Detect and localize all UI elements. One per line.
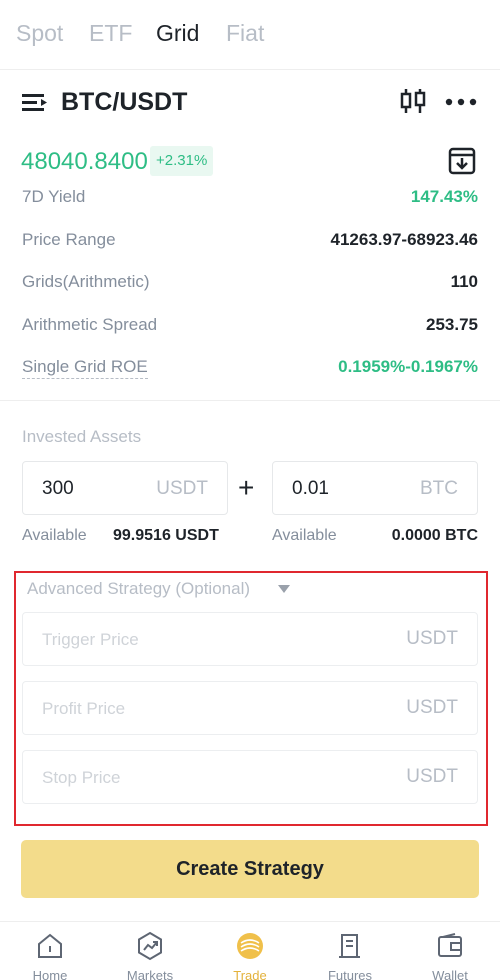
btc-available-label: Available <box>272 527 337 544</box>
btc-available-value: 0.0000 BTC <box>391 527 478 544</box>
nav-label: Trade <box>233 968 267 980</box>
bottom-nav: Home Markets Trade Futures Wallet <box>0 921 500 980</box>
pair-header: BTC/USDT <box>0 82 500 124</box>
invested-assets-label: Invested Assets <box>22 427 142 446</box>
tab-grid[interactable]: Grid <box>156 20 199 47</box>
stop-price-placeholder: Stop Price <box>42 768 121 787</box>
nav-futures[interactable]: Futures <box>300 922 400 980</box>
nav-trade[interactable]: Trade <box>200 922 300 980</box>
stat-label: 7D Yield <box>22 187 86 206</box>
trade-icon <box>237 933 263 959</box>
tab-spot[interactable]: Spot <box>16 20 63 47</box>
stop-price-unit: USDT <box>406 766 458 787</box>
stat-row-arithmetic-spread: Arithmetic Spread 253.75 <box>0 315 500 341</box>
last-price: 48040.8400 <box>21 148 148 175</box>
btc-amount-input[interactable]: 0.01 BTC <box>272 461 478 515</box>
profit-price-unit: USDT <box>406 697 458 718</box>
trigger-price-unit: USDT <box>406 628 458 649</box>
profit-price-input[interactable]: Profit Price USDT <box>22 681 478 735</box>
nav-label: Markets <box>126 968 174 980</box>
download-icon[interactable] <box>447 146 477 176</box>
usdt-amount-value: 300 <box>42 478 74 499</box>
stat-row-7d-yield: 7D Yield 147.43% <box>0 187 500 213</box>
tab-etf[interactable]: ETF <box>89 20 132 47</box>
more-icon[interactable] <box>443 86 479 116</box>
stat-value: 147.43% <box>410 187 478 206</box>
candlestick-icon[interactable] <box>398 86 428 116</box>
nav-home[interactable]: Home <box>0 922 100 980</box>
tab-fiat[interactable]: Fiat <box>226 20 264 47</box>
plus-sign: + <box>238 472 255 503</box>
stat-label: Grids(Arithmetic) <box>22 272 150 291</box>
stat-value: 110 <box>450 272 478 291</box>
nav-markets[interactable]: Markets <box>100 922 200 980</box>
profit-price-placeholder: Profit Price <box>42 699 126 718</box>
usdt-available-label: Available <box>22 527 87 544</box>
futures-icon <box>339 934 360 958</box>
usdt-available-value: 99.9516 USDT <box>113 527 219 544</box>
markets-icon <box>138 931 162 961</box>
stat-label: Price Range <box>22 230 116 249</box>
stat-row-single-grid-roe: Single Grid ROE 0.1959%-0.1967% <box>0 357 500 383</box>
stat-row-grids: Grids(Arithmetic) 110 <box>0 272 500 298</box>
caret-down-icon[interactable] <box>277 584 291 594</box>
btc-unit: BTC <box>420 478 458 499</box>
create-strategy-button[interactable]: Create Strategy <box>21 840 479 898</box>
menu-icon[interactable] <box>20 88 50 116</box>
section-divider <box>0 400 500 401</box>
stop-price-input[interactable]: Stop Price USDT <box>22 750 478 804</box>
trigger-price-input[interactable]: Trigger Price USDT <box>22 612 478 666</box>
stat-label[interactable]: Single Grid ROE <box>22 357 148 379</box>
trade-type-tabs: Spot ETF Grid Fiat <box>0 0 500 70</box>
trigger-price-placeholder: Trigger Price <box>42 630 139 649</box>
home-icon <box>38 933 62 958</box>
price-change-badge: +2.31% <box>150 146 214 176</box>
nav-label: Futures <box>327 968 373 980</box>
stat-value: 41263.97-68923.46 <box>330 230 478 249</box>
pair-name[interactable]: BTC/USDT <box>61 88 187 117</box>
nav-wallet[interactable]: Wallet <box>400 922 500 980</box>
advanced-strategy-toggle[interactable]: Advanced Strategy (Optional) <box>27 579 250 599</box>
nav-label: Home <box>32 968 68 980</box>
stat-value: 253.75 <box>426 315 478 334</box>
wallet-icon <box>438 933 462 957</box>
nav-label: Wallet <box>432 968 468 980</box>
stat-label: Arithmetic Spread <box>22 315 158 334</box>
stat-row-price-range: Price Range 41263.97-68923.46 <box>0 230 500 256</box>
stat-value: 0.1959%-0.1967% <box>338 357 478 376</box>
btc-amount-value: 0.01 <box>292 478 329 499</box>
usdt-unit: USDT <box>156 478 208 499</box>
usdt-amount-input[interactable]: 300 USDT <box>22 461 228 515</box>
